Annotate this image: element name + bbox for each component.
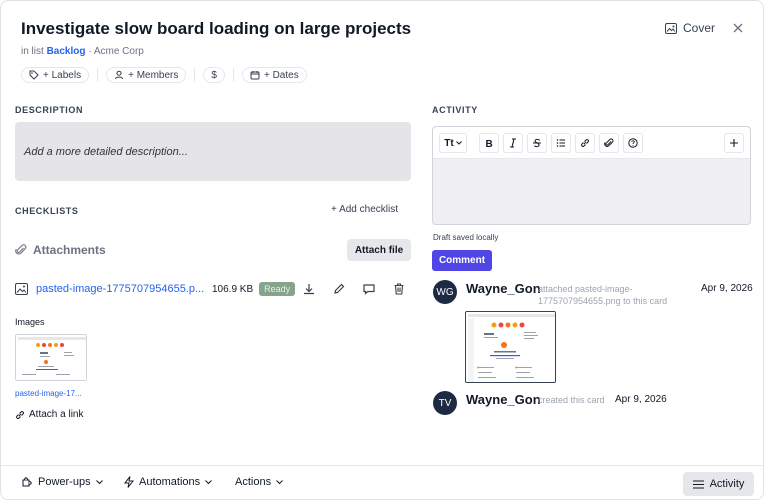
image-icon: [665, 22, 677, 34]
activity-user[interactable]: Wayne_Gon: [466, 281, 541, 296]
avatar[interactable]: TV: [433, 391, 457, 415]
automations-label: Automations: [139, 476, 201, 488]
chip-divider: [232, 68, 234, 82]
card-chips: + Labels + Members $ + Dates: [21, 67, 307, 83]
attachment-row: pasted-image-1775707954655.p... 106.9 KB…: [15, 279, 411, 299]
actions-button[interactable]: Actions: [235, 476, 283, 488]
avatar[interactable]: WG: [433, 280, 457, 304]
activity-date: Apr 9, 2026: [615, 394, 667, 405]
attach-file-button[interactable]: Attach file: [347, 239, 411, 261]
trash-icon[interactable]: [392, 282, 406, 296]
chevron-down-icon: [276, 479, 283, 485]
puzzle-icon: [21, 476, 33, 488]
plus-icon[interactable]: [724, 133, 744, 153]
tag-icon: [29, 70, 39, 80]
comment-icon[interactable]: [362, 282, 376, 296]
card-location: in list Backlog · Acme Corp: [21, 46, 144, 57]
edit-pencil-icon[interactable]: [332, 282, 346, 296]
lightning-icon: [124, 476, 134, 488]
powerups-button[interactable]: Power-ups: [21, 476, 103, 488]
comment-button[interactable]: Comment: [432, 250, 492, 271]
chevron-down-icon: [95, 479, 103, 485]
image-thumbnail-caption[interactable]: pasted-image-17...: [15, 389, 82, 398]
labels-chip-label: + Labels: [43, 69, 82, 81]
paperclip-icon: [15, 244, 27, 256]
activity-text: attached pasted-image-1775707954655.png …: [538, 284, 668, 306]
card-detail-modal: Investigate slow board loading on large …: [0, 0, 764, 500]
comment-editor[interactable]: Tt B: [432, 126, 751, 225]
workspace-name: · Acme Corp: [88, 46, 144, 57]
automations-button[interactable]: Automations: [124, 476, 213, 488]
labels-chip[interactable]: + Labels: [21, 67, 90, 83]
text-style-label: Tt: [444, 137, 454, 149]
chip-divider: [97, 68, 99, 82]
menu-icon: [692, 479, 704, 489]
cover-button[interactable]: Cover: [665, 21, 715, 35]
activity-text: created this card: [538, 395, 605, 405]
card-footer: Power-ups Automations Actions Activity: [1, 465, 763, 499]
strikethrough-icon[interactable]: [527, 133, 547, 153]
activity-image-preview[interactable]: [465, 311, 556, 383]
description-placeholder: Add a more detailed description...: [24, 145, 188, 158]
add-checklist-button[interactable]: + Add checklist: [331, 204, 398, 215]
bold-icon[interactable]: B: [479, 133, 499, 153]
user-icon: [114, 70, 124, 80]
list-link[interactable]: Backlog: [47, 46, 86, 57]
italic-icon[interactable]: [503, 133, 523, 153]
activity-heading: ACTIVITY: [432, 105, 478, 115]
cover-label: Cover: [683, 21, 716, 35]
dates-chip[interactable]: + Dates: [241, 67, 307, 83]
dates-chip-label: + Dates: [263, 69, 299, 81]
in-list-prefix: in list: [21, 46, 44, 57]
download-icon[interactable]: [302, 282, 316, 296]
help-icon[interactable]: [623, 133, 643, 153]
text-style-dropdown[interactable]: Tt: [439, 133, 467, 153]
members-chip[interactable]: + Members: [106, 67, 187, 83]
attachment-status-badge: Ready: [259, 282, 296, 296]
members-chip-label: + Members: [128, 69, 179, 81]
price-chip-label: $: [211, 69, 217, 81]
description-editor[interactable]: Add a more detailed description...: [15, 122, 411, 181]
chevron-down-icon: [205, 479, 213, 485]
powerups-label: Power-ups: [38, 476, 91, 488]
activity-toggle-button[interactable]: Activity: [683, 472, 754, 496]
link-icon: [15, 410, 25, 420]
attachment-size: 106.9 KB: [212, 283, 254, 295]
attach-link-label: Attach a link: [29, 409, 84, 420]
image-file-icon: [15, 283, 28, 295]
checklists-heading: CHECKLISTS: [15, 206, 79, 216]
attachment-name-link[interactable]: pasted-image-1775707954655.p...: [36, 283, 206, 295]
price-chip[interactable]: $: [203, 67, 225, 83]
card-title[interactable]: Investigate slow board loading on large …: [21, 19, 411, 39]
attachments-heading: Attachments: [33, 243, 106, 257]
paperclip-icon[interactable]: [599, 133, 619, 153]
draft-saved-status: Draft saved locally: [433, 233, 499, 242]
activity-toggle-label: Activity: [709, 478, 745, 490]
image-thumbnail[interactable]: [15, 334, 87, 381]
chip-divider: [194, 68, 196, 82]
chevron-down-icon: [455, 141, 462, 145]
svg-text:B: B: [486, 139, 493, 148]
activity-date: Apr 9, 2026: [701, 283, 753, 294]
editor-toolbar: Tt B: [433, 127, 750, 159]
link-icon[interactable]: [575, 133, 595, 153]
actions-label: Actions: [235, 476, 272, 488]
calendar-icon: [250, 70, 260, 80]
attachments-header: Attachments: [15, 243, 106, 257]
attach-link-button[interactable]: Attach a link: [15, 409, 83, 420]
activity-user[interactable]: Wayne_Gon: [466, 392, 541, 407]
close-icon[interactable]: [731, 21, 745, 35]
bullet-list-icon[interactable]: [551, 133, 571, 153]
description-heading: DESCRIPTION: [15, 105, 84, 115]
images-label: Images: [15, 317, 45, 327]
